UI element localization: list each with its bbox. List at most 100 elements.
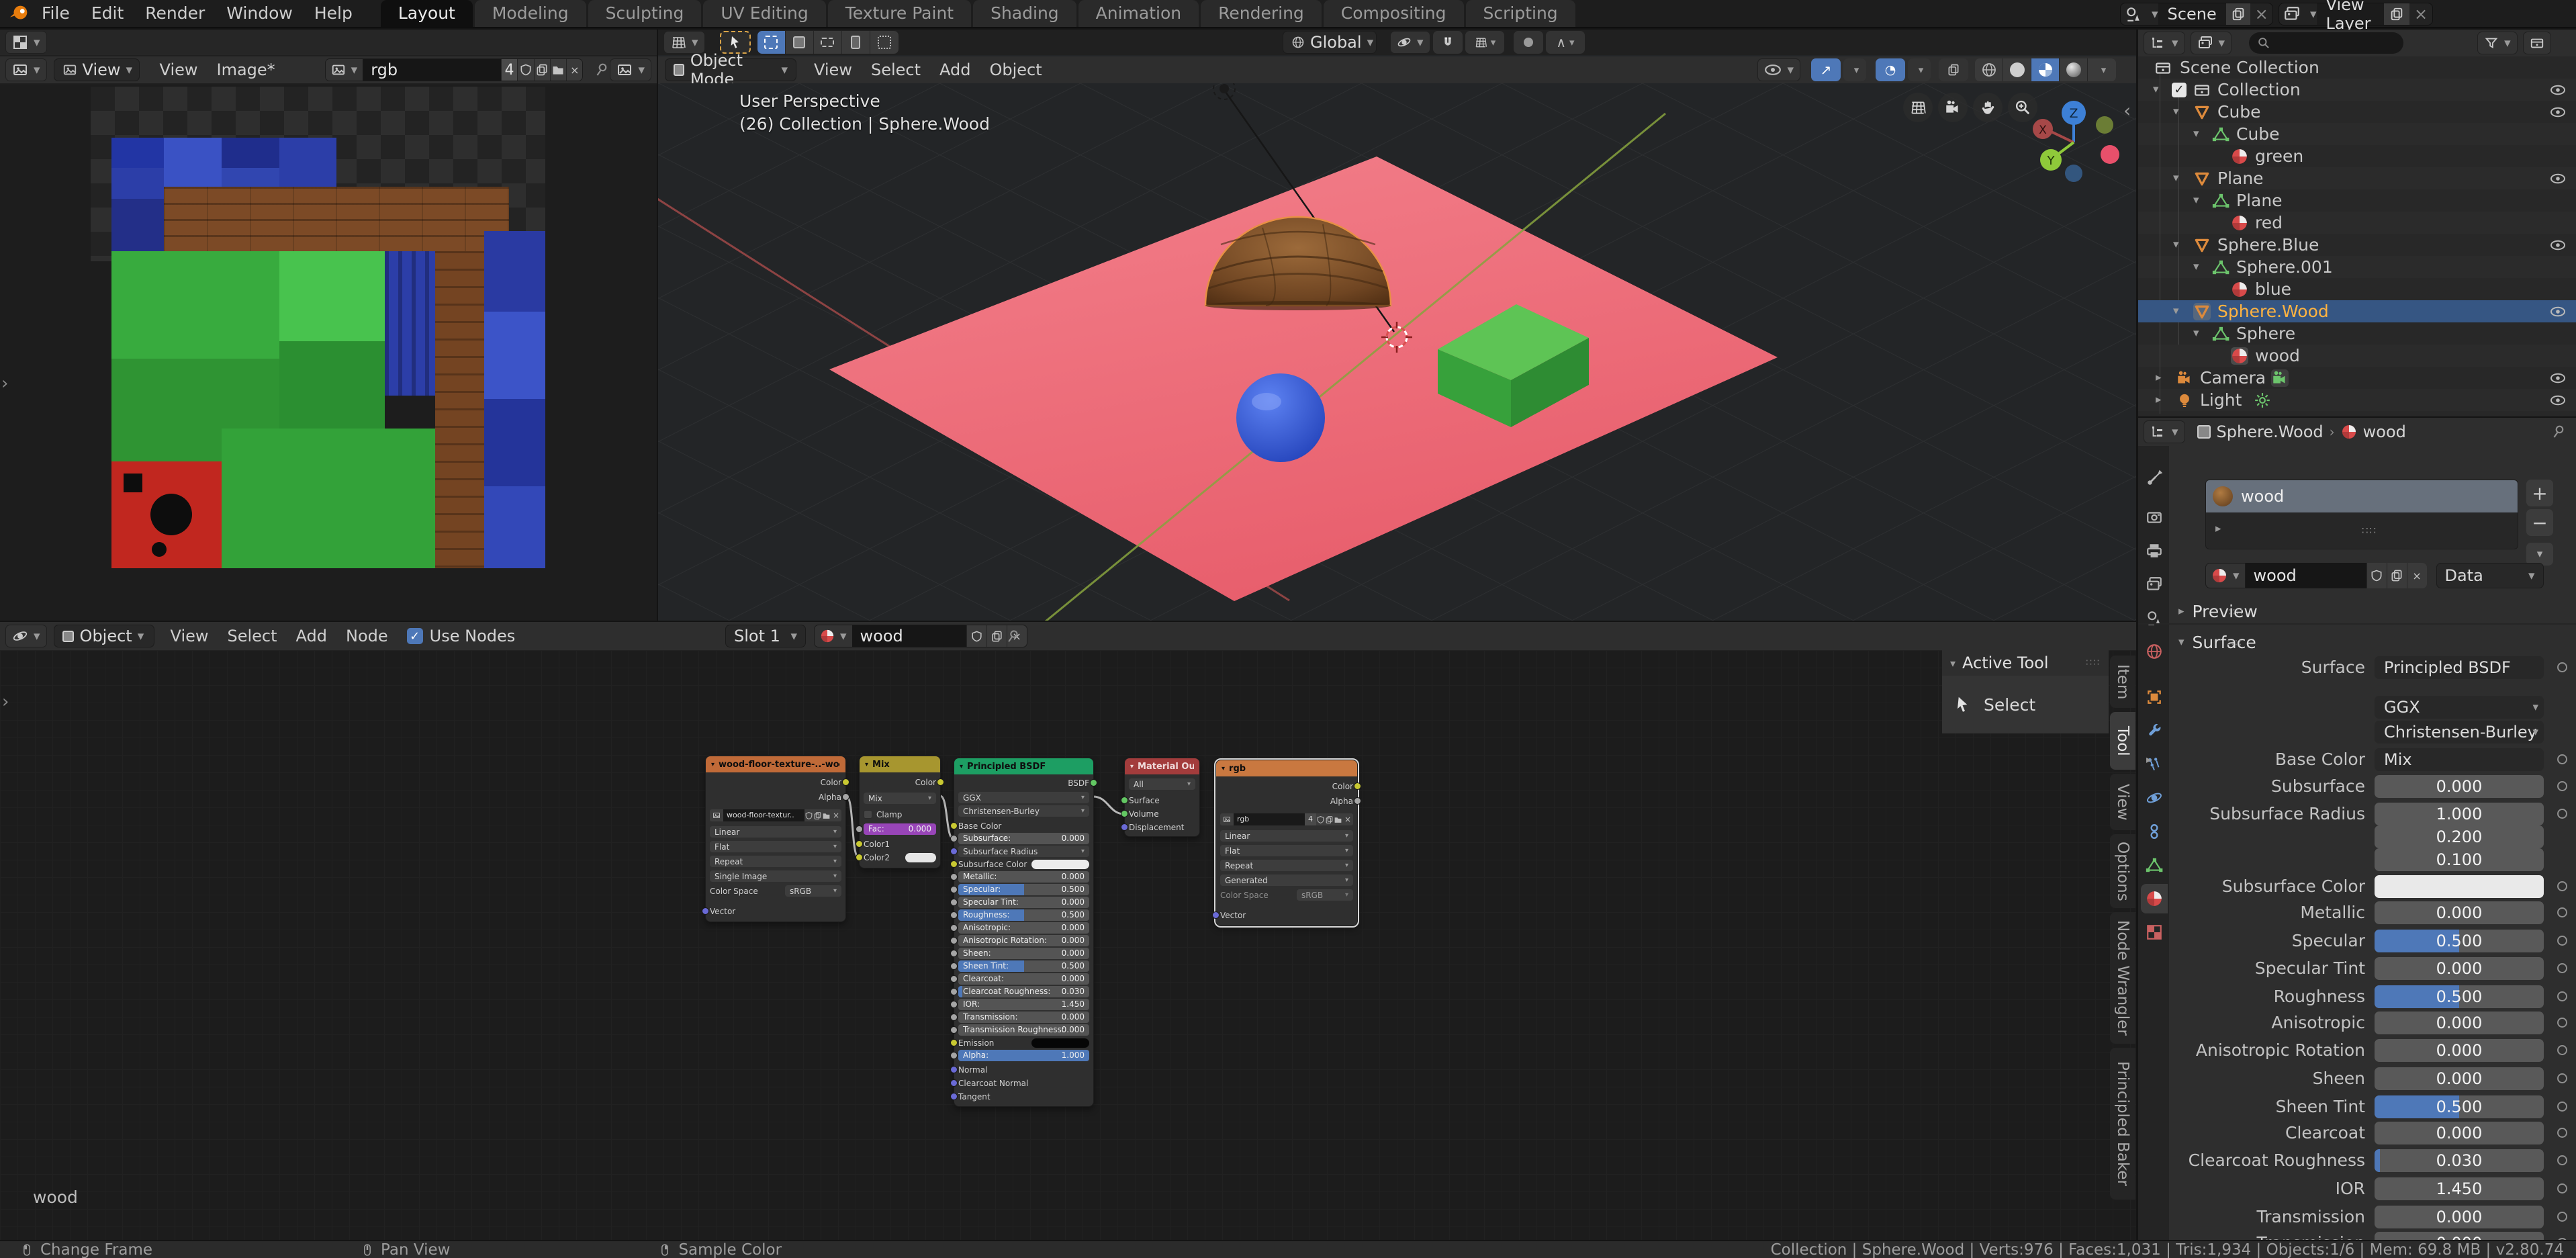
in-metallic[interactable]: Metallic:0.000 <box>958 871 1089 883</box>
image-browse-button[interactable]: ▾ <box>326 58 363 81</box>
disclosure-icon[interactable]: ▸ <box>2156 389 2162 411</box>
outliner-display-mode-button[interactable]: ▾ <box>2191 32 2232 54</box>
fake-user-shield-icon[interactable] <box>2366 563 2387 588</box>
socket-dot[interactable] <box>950 911 958 919</box>
region-expand-arrow[interactable]: › <box>2 692 9 712</box>
tab-output[interactable] <box>2141 536 2168 566</box>
blend-type-dropdown[interactable]: Mix▾ <box>864 793 936 804</box>
scene-copy-button[interactable] <box>2226 3 2251 25</box>
in-transmission[interactable]: Transmission:0.000 <box>958 1012 1089 1023</box>
outliner-row-plane-data[interactable]: ▾Plane <box>2138 189 2576 212</box>
workspace-tab-shading[interactable]: Shading <box>973 0 1076 27</box>
socket-dot[interactable] <box>950 873 958 881</box>
outliner-label[interactable]: Sphere <box>2236 322 2295 345</box>
decorator-dot[interactable] <box>2557 1018 2567 1028</box>
socket-dot[interactable] <box>950 860 958 868</box>
collection-checkbox[interactable]: ✓ <box>2172 83 2187 97</box>
toggle-perspective-button[interactable] <box>1903 93 1933 122</box>
tab-tool[interactable] <box>2141 463 2168 493</box>
decorator-dot[interactable] <box>2557 754 2567 764</box>
socket-dot[interactable] <box>950 1093 958 1100</box>
image-copy-icon[interactable] <box>534 58 550 81</box>
gizmo-axis-y-neg[interactable] <box>2096 116 2113 134</box>
eye-icon[interactable] <box>2549 104 2567 120</box>
in-sheen[interactable]: Sheen:0.000 <box>958 948 1089 959</box>
subsurface-slider[interactable]: 0.000 <box>2375 775 2544 798</box>
outliner-row-sphere-wood[interactable]: ▾Sphere.Wood <box>2138 300 2576 322</box>
link-mode-dropdown[interactable]: Data▾ <box>2436 563 2544 588</box>
use-nodes-checkbox[interactable]: ✓ Use Nodes <box>407 627 516 645</box>
disclosure-icon[interactable]: ▸ <box>2156 367 2162 389</box>
socket-dot-vector[interactable] <box>1212 911 1220 919</box>
outliner-row-collection[interactable]: ▾✓Collection <box>2138 79 2576 101</box>
outliner-row-cube[interactable]: ▾Cube <box>2138 101 2576 123</box>
material-copy-icon[interactable] <box>2387 563 2407 588</box>
image-datablock-row[interactable]: rgb 4 × <box>1220 811 1353 827</box>
material-unlink-button[interactable]: × <box>2407 563 2427 588</box>
outliner-label[interactable]: Cube <box>2236 123 2280 145</box>
sidebar-tab-node-wrangler[interactable]: Node Wrangler <box>2110 912 2135 1044</box>
region-expand-arrow[interactable]: › <box>1 373 8 394</box>
menu-help[interactable]: Help <box>304 0 363 27</box>
outliner-label[interactable]: Light <box>2200 389 2242 411</box>
outliner-row-green-material[interactable]: green <box>2138 145 2576 167</box>
outliner-label[interactable]: Scene Collection <box>2180 56 2319 79</box>
menu-file[interactable]: File <box>31 0 81 27</box>
workspace-tab-modeling[interactable]: Modeling <box>475 0 586 27</box>
tab-scene[interactable] <box>2141 603 2168 633</box>
render-region-button[interactable] <box>1939 58 1968 81</box>
in-specular[interactable]: Specular:0.500 <box>958 884 1089 895</box>
in-subsurface-radius[interactable]: Subsurface Radius▾ <box>958 846 1089 857</box>
decorator-dot[interactable] <box>2557 1102 2567 1112</box>
slot-specials-dropdown[interactable]: ▾ <box>2526 543 2553 566</box>
workspace-tab-animation[interactable]: Animation <box>1078 0 1199 27</box>
disclosure-icon[interactable]: ▾ <box>2193 322 2199 345</box>
outliner-label-active[interactable]: Sphere.Wood <box>2217 300 2329 322</box>
outliner-row-sphere-blue[interactable]: ▾Sphere.Blue <box>2138 234 2576 256</box>
eye-icon[interactable] <box>2549 392 2567 408</box>
projection-dropdown[interactable]: Flat▾ <box>710 841 841 852</box>
socket-dot-alpha[interactable] <box>842 793 849 801</box>
view-layer-copy-button[interactable] <box>2384 3 2409 25</box>
color2-swatch[interactable] <box>905 853 936 862</box>
sidebar-tab-principled-baker[interactable]: Principled Baker <box>2110 1048 2135 1200</box>
socket-dot[interactable] <box>950 1066 958 1073</box>
sidebar-collapse-arrow[interactable]: ‹ <box>2123 99 2131 122</box>
socket-dot-color1[interactable] <box>856 840 863 848</box>
specular-tint-slider[interactable]: 0.000 <box>2375 957 2544 980</box>
image-tool-button[interactable]: ▾ <box>5 31 47 54</box>
subsurface-color-swatch[interactable] <box>2375 875 2544 898</box>
gizmo-dropdown[interactable]: ▾ <box>1908 58 1931 81</box>
decorator-dot[interactable] <box>2557 1073 2567 1083</box>
sheen-slider[interactable]: 0.000 <box>2375 1067 2544 1090</box>
outliner-editor-type-button[interactable]: ▾ <box>2144 32 2185 54</box>
copy-icon[interactable] <box>813 811 822 820</box>
select-extend-mode[interactable] <box>786 31 814 54</box>
shader-editor-type-button[interactable]: ▾ <box>5 625 47 647</box>
viewport-canvas[interactable]: User Perspective (26) Collection | Spher… <box>658 83 2136 621</box>
camera-view-button[interactable] <box>1938 93 1968 122</box>
menu-window[interactable]: Window <box>216 0 304 27</box>
node-canvas[interactable]: › wood ▾wood-floor-texture-..-wood-floor… <box>0 650 2136 1240</box>
in-roughness[interactable]: Roughness:0.500 <box>958 909 1089 921</box>
clearcoat-roughness-slider[interactable]: 0.030 <box>2375 1149 2544 1172</box>
image-users-count[interactable]: 4 <box>501 58 517 81</box>
shader-menu-view[interactable]: View <box>161 623 218 649</box>
socket-dot[interactable] <box>950 1026 958 1034</box>
metallic-slider[interactable]: 0.000 <box>2375 901 2544 924</box>
shield-icon[interactable] <box>1316 815 1325 824</box>
workspace-tab-texture-paint[interactable]: Texture Paint <box>828 0 971 27</box>
properties-editor-type-button[interactable]: ▾ <box>2144 420 2185 443</box>
tab-constraints[interactable] <box>2141 817 2168 846</box>
colorspace-row[interactable]: Color SpacesRGB▾ <box>1220 889 1353 901</box>
pivot-point-button[interactable]: ▾ <box>1390 31 1430 54</box>
socket-dot[interactable] <box>950 975 958 983</box>
gizmo-axis-z-neg[interactable] <box>2065 165 2082 182</box>
in-specular-tint[interactable]: Specular Tint:0.000 <box>958 897 1089 908</box>
menu-render[interactable]: Render <box>134 0 216 27</box>
decorator-dot[interactable] <box>2557 963 2567 973</box>
image-menu-image[interactable]: Image* <box>208 57 285 83</box>
socket-dot-surface[interactable] <box>1121 797 1128 804</box>
image-name-field[interactable]: rgb <box>363 58 501 81</box>
tab-render[interactable] <box>2141 502 2168 532</box>
